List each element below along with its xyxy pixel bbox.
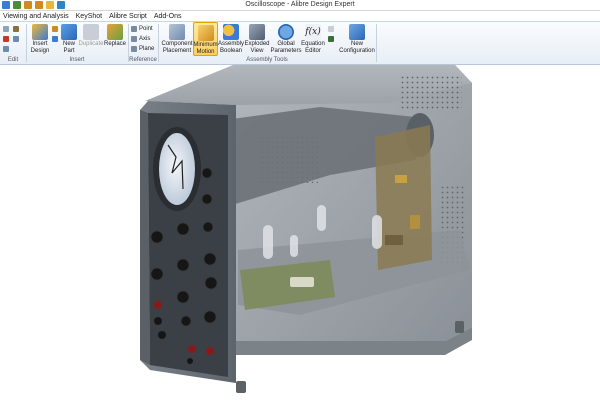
minimum-motion-label: Minimum Motion	[193, 42, 218, 55]
ribbon: Insert Design New Part Duplicate Replace…	[0, 22, 600, 65]
assembly-boolean-label: Assembly Boolean	[218, 41, 245, 54]
axis-icon	[131, 36, 137, 42]
equation-editor-label: Equation Editor	[301, 41, 325, 54]
menu-bar: Viewing and Analysis KeyShot Alibre Scri…	[0, 11, 600, 22]
new-part-label: New Part	[62, 41, 75, 54]
menu-viewing-and-analysis[interactable]: Viewing and Analysis	[3, 13, 69, 20]
exploded-view-icon	[249, 24, 265, 40]
edit-group-tools-2	[13, 25, 19, 43]
insert-part-icon[interactable]	[52, 26, 58, 32]
point-label: Point	[139, 26, 153, 32]
plane-label: Plane	[139, 46, 155, 52]
vacuum-tube	[290, 235, 298, 257]
equation-editor-button[interactable]: f(x) Equation Editor	[300, 22, 326, 56]
pcb-component	[385, 235, 403, 245]
edit-group-tools	[3, 25, 9, 53]
axis-button[interactable]: Axis	[131, 35, 154, 43]
vacuum-tube	[317, 205, 326, 231]
delete-icon[interactable]	[3, 36, 9, 42]
minimum-motion-icon	[197, 25, 214, 41]
replace-button[interactable]: Replace	[104, 22, 126, 56]
vent-grille-top	[400, 75, 462, 109]
component-placement-label: Component Placement	[161, 41, 193, 54]
reference-tools: Point Axis Plane	[131, 25, 154, 53]
insert-design-button[interactable]: Insert Design	[28, 22, 52, 56]
insert-group-label: Insert	[69, 57, 85, 63]
assembly-boolean-icon	[223, 24, 239, 40]
vacuum-tube	[263, 225, 273, 259]
new-part-icon	[61, 24, 77, 40]
replace-label: Replace	[104, 41, 127, 47]
exploded-view-label: Exploded View	[244, 41, 270, 54]
vacuum-tube	[372, 215, 382, 249]
global-parameters-label: Global Parameters	[270, 41, 302, 54]
axis-label: Axis	[139, 36, 151, 42]
pcb-component	[395, 175, 407, 183]
insert-small-icons	[52, 25, 58, 43]
equation-editor-icon: f(x)	[305, 24, 321, 40]
reference-group-label: Reference	[129, 57, 157, 63]
menu-add-ons[interactable]: Add-Ons	[154, 13, 182, 20]
paste-icon[interactable]	[13, 26, 19, 32]
graphics-viewport[interactable]	[0, 65, 600, 400]
table-icon[interactable]	[328, 26, 334, 32]
assembly-boolean-button[interactable]: Assembly Boolean	[218, 22, 244, 56]
title-bar: Oscilloscope - Alibre Design Expert	[0, 0, 600, 11]
cube-icon[interactable]	[328, 36, 334, 42]
global-parameters-button[interactable]: Global Parameters	[270, 22, 302, 56]
component-placement-button[interactable]: Component Placement	[161, 22, 193, 56]
replace-icon	[107, 24, 123, 40]
ribbon-group-labels: Edit Insert Reference Assembly Tools	[0, 57, 600, 65]
new-configuration-icon	[349, 24, 365, 40]
crt-screen	[159, 133, 195, 205]
minimum-motion-button[interactable]: Minimum Motion	[193, 22, 218, 56]
new-configuration-label: New Configuration	[339, 41, 375, 54]
point-button[interactable]: Point	[131, 25, 154, 33]
point-icon	[131, 26, 137, 32]
rear-pcb	[375, 125, 432, 270]
component-placement-icon	[169, 24, 185, 40]
menu-keyshot[interactable]: KeyShot	[76, 13, 102, 20]
new-part-button[interactable]: New Part	[60, 22, 78, 56]
oscilloscope-model[interactable]	[0, 65, 600, 400]
insert-design-label: Insert Design	[30, 41, 50, 54]
plane-icon	[131, 46, 137, 52]
foot	[236, 381, 246, 393]
assembly-tools-group-label: Assembly Tools	[246, 57, 288, 63]
duplicate-button[interactable]: Duplicate	[78, 22, 104, 56]
edit-group-label: Edit	[7, 57, 19, 63]
pcb-capacitor	[290, 277, 314, 287]
select-icon[interactable]	[13, 36, 19, 42]
assembly-small-icons	[328, 25, 334, 43]
pcb-component	[410, 215, 420, 229]
copy-icon[interactable]	[3, 46, 9, 52]
insert-design-icon	[32, 24, 48, 40]
menu-alibre-script[interactable]: Alibre Script	[109, 13, 147, 20]
new-configuration-button[interactable]: New Configuration	[339, 22, 375, 56]
duplicate-label: Duplicate	[78, 41, 104, 47]
exploded-view-button[interactable]: Exploded View	[244, 22, 270, 56]
insert-assembly-icon[interactable]	[52, 36, 58, 42]
global-parameters-icon	[278, 24, 294, 40]
plane-button[interactable]: Plane	[131, 45, 154, 53]
foot	[455, 321, 464, 333]
window-title: Oscilloscope - Alibre Design Expert	[245, 1, 355, 8]
duplicate-icon	[83, 24, 99, 40]
cut-icon[interactable]	[3, 26, 9, 32]
